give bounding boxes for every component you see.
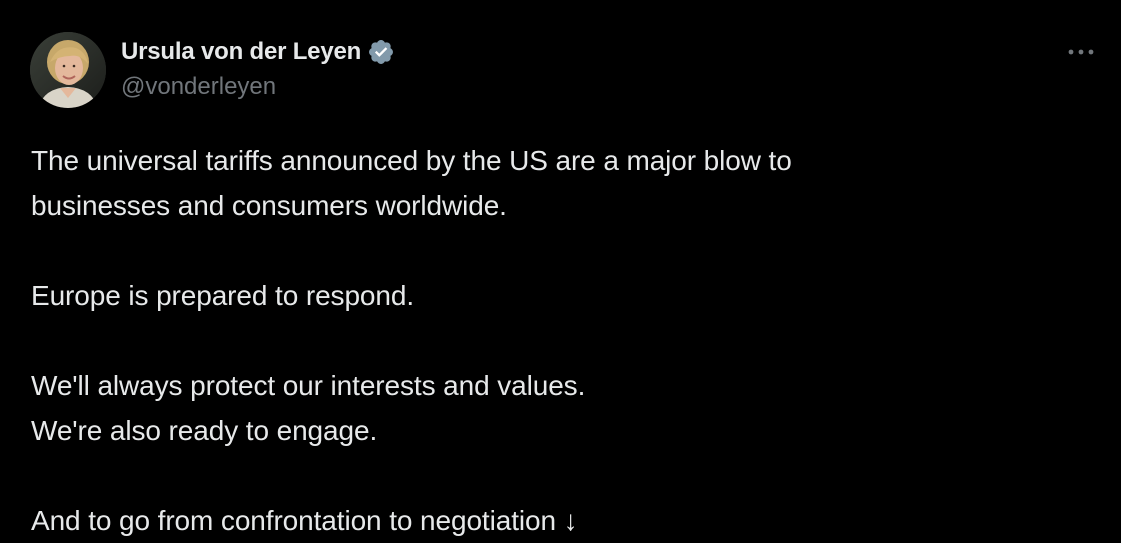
more-options-icon[interactable] [1064, 40, 1098, 64]
name-row: Ursula von der Leyen [121, 36, 395, 68]
tweet-card[interactable]: Ursula von der Leyen @vonderleyen The un… [0, 0, 1121, 543]
verified-badge-icon[interactable] [367, 38, 395, 66]
avatar[interactable] [30, 32, 106, 108]
display-name[interactable]: Ursula von der Leyen [121, 38, 361, 66]
tweet-text-line: Europe is prepared to respond. [31, 280, 415, 311]
tweet-text-line: businesses and consumers worldwide. [31, 190, 507, 221]
tweet-text-line: We're also ready to engage. [31, 415, 378, 446]
tweet-text: The universal tariffs announced by the U… [31, 138, 1091, 543]
tweet-text-line: The universal tariffs announced by the U… [31, 145, 792, 176]
tweet-text-line: We'll always protect our interests and v… [31, 370, 586, 401]
tweet-author: Ursula von der Leyen @vonderleyen [121, 36, 395, 101]
avatar-photo-icon [30, 32, 106, 108]
tweet-text-line: And to go from confrontation to negotiat… [31, 505, 578, 536]
handle[interactable]: @vonderleyen [121, 73, 395, 101]
